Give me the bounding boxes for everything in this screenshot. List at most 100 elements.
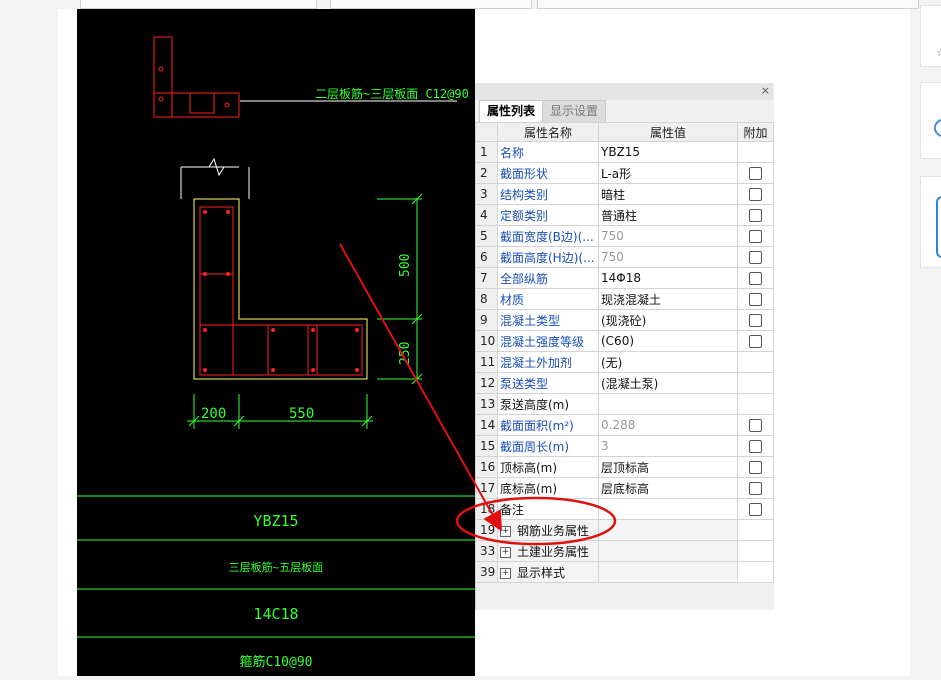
property-value[interactable]: 层底标高 [598, 477, 738, 499]
property-value[interactable]: (C60) [598, 330, 738, 352]
dim-500-label: 500 [398, 254, 413, 277]
property-value[interactable] [598, 393, 738, 415]
top-tab-1[interactable] [80, 0, 317, 9]
extra-checkbox[interactable] [749, 293, 762, 306]
table-row[interactable]: 5 截面宽度(B边)(... 750 [475, 225, 774, 247]
property-value[interactable]: (现浇砼) [598, 309, 738, 331]
table-row[interactable]: 18 备注 [475, 498, 774, 520]
row-number: 16 [475, 456, 498, 478]
row-number: 9 [475, 309, 498, 331]
screenshot-stage: ☆ 二层板筋~三层板面 C12@90 500 250 200 550 YBZ15… [0, 0, 941, 676]
property-value[interactable]: YBZ15 [598, 141, 738, 163]
extra-cell [737, 162, 774, 184]
table-row[interactable]: 12 泵送类型 (混凝土泵) [475, 372, 774, 394]
property-value[interactable]: 0.288 [598, 414, 738, 436]
extra-checkbox[interactable] [749, 272, 762, 285]
table-row[interactable]: 7 全部纵筋 14Φ18 [475, 267, 774, 289]
property-value[interactable]: (混凝土泵) [598, 372, 738, 394]
star-icon[interactable]: ☆ [921, 6, 941, 66]
group-name: 显示样式 [517, 565, 566, 580]
tab-property-list[interactable]: 属性列表 [479, 100, 543, 122]
table-row[interactable]: 8 材质 现浇混凝土 [475, 288, 774, 310]
panel-tabs: 属性列表 显示设置 [475, 100, 773, 122]
property-value[interactable]: 750 [598, 225, 738, 247]
top-tab-2[interactable] [330, 0, 532, 9]
expand-icon[interactable]: + [500, 546, 511, 558]
property-value[interactable]: 现浇混凝土 [598, 288, 738, 310]
tab-display-settings[interactable]: 显示设置 [542, 100, 606, 122]
table-row[interactable]: 1 名称 YBZ15 [475, 141, 774, 163]
property-table: 属性名称 属性值 附加 1 名称 YBZ15 2 截面形状 L-a形 3 结构类别 暗柱 4 定额类… [475, 122, 774, 583]
extra-checkbox[interactable] [749, 230, 762, 243]
property-value[interactable]: L-a形 [598, 162, 738, 184]
table-row[interactable]: 17 底标高(m) 层底标高 [475, 477, 774, 499]
group-name-cell[interactable]: + 显示样式 [497, 561, 599, 583]
property-name: 全部纵筋 [497, 267, 599, 289]
expand-icon[interactable]: + [500, 525, 511, 537]
property-value[interactable]: 14Φ18 [598, 267, 738, 289]
tool-icon[interactable] [921, 177, 941, 267]
row-number: 12 [475, 372, 498, 394]
table-row[interactable]: 4 定额类别 普通柱 [475, 204, 774, 226]
table-row[interactable]: 14 截面面积(m²) 0.288 [475, 414, 774, 436]
property-value[interactable] [598, 498, 738, 520]
table-row[interactable]: 6 截面高度(H边)(... 750 [475, 246, 774, 268]
row-number: 39 [475, 561, 498, 583]
table-row[interactable]: 9 混凝土类型 (现浇砼) [475, 309, 774, 331]
sidebar-card-3[interactable] [920, 176, 941, 268]
header-value: 属性值 [598, 122, 738, 142]
property-value[interactable]: (无) [598, 351, 738, 373]
table-row[interactable]: 2 截面形状 L-a形 [475, 162, 774, 184]
expand-icon[interactable]: + [500, 567, 511, 579]
group-name-cell[interactable]: + 土建业务属性 [497, 540, 599, 562]
extra-checkbox[interactable] [749, 482, 762, 495]
property-name: 名称 [497, 141, 599, 163]
extra-cell [737, 267, 774, 289]
extra-cell [737, 288, 774, 310]
property-value[interactable]: 层顶标高 [598, 456, 738, 478]
extra-checkbox[interactable] [749, 335, 762, 348]
panel-titlebar: × [475, 83, 773, 101]
property-value[interactable]: 750 [598, 246, 738, 268]
cad-drawing: 二层板筋~三层板面 C12@90 500 250 200 550 YBZ15 三… [77, 36, 475, 670]
extra-cell [737, 183, 774, 205]
group-row[interactable]: 33 + 土建业务属性 [475, 540, 774, 562]
table-row[interactable]: 11 混凝土外加剂 (无) [475, 351, 774, 373]
row-number: 4 [475, 204, 498, 226]
table-row[interactable]: 15 截面周长(m) 3 [475, 435, 774, 457]
extra-checkbox[interactable] [749, 167, 762, 180]
table-row[interactable]: 16 顶标高(m) 层顶标高 [475, 456, 774, 478]
property-value[interactable]: 普通柱 [598, 204, 738, 226]
sidebar-card-1[interactable]: ☆ [920, 5, 941, 67]
header-extra: 附加 [737, 122, 774, 142]
app-icon[interactable] [921, 83, 941, 158]
extra-checkbox[interactable] [749, 314, 762, 327]
extra-checkbox[interactable] [749, 461, 762, 474]
extra-checkbox[interactable] [749, 419, 762, 432]
extra-checkbox[interactable] [749, 188, 762, 201]
property-value[interactable]: 暗柱 [598, 183, 738, 205]
extra-checkbox[interactable] [749, 440, 762, 453]
close-icon[interactable]: × [761, 84, 770, 97]
extra-checkbox[interactable] [749, 209, 762, 222]
row-number: 10 [475, 330, 498, 352]
dim-550-label: 550 [289, 406, 314, 422]
extra-checkbox[interactable] [749, 503, 762, 516]
property-name: 结构类别 [497, 183, 599, 205]
sidebar-card-2[interactable] [920, 82, 941, 159]
top-tab-strip [0, 0, 941, 9]
property-name: 混凝土外加剂 [497, 351, 599, 373]
group-row[interactable]: 19 + 钢筋业务属性 [475, 519, 774, 541]
extra-cell [737, 309, 774, 331]
top-tab-3[interactable] [537, 0, 919, 9]
table-row[interactable]: 10 混凝土强度等级 (C60) [475, 330, 774, 352]
group-name-cell[interactable]: + 钢筋业务属性 [497, 519, 599, 541]
extra-cell [737, 141, 774, 163]
table-row[interactable]: 3 结构类别 暗柱 [475, 183, 774, 205]
extra-checkbox[interactable] [749, 251, 762, 264]
table-row[interactable]: 13 泵送高度(m) [475, 393, 774, 415]
group-row[interactable]: 39 + 显示样式 [475, 561, 774, 583]
extra-cell [737, 393, 774, 415]
property-value[interactable]: 3 [598, 435, 738, 457]
row-number: 14 [475, 414, 498, 436]
